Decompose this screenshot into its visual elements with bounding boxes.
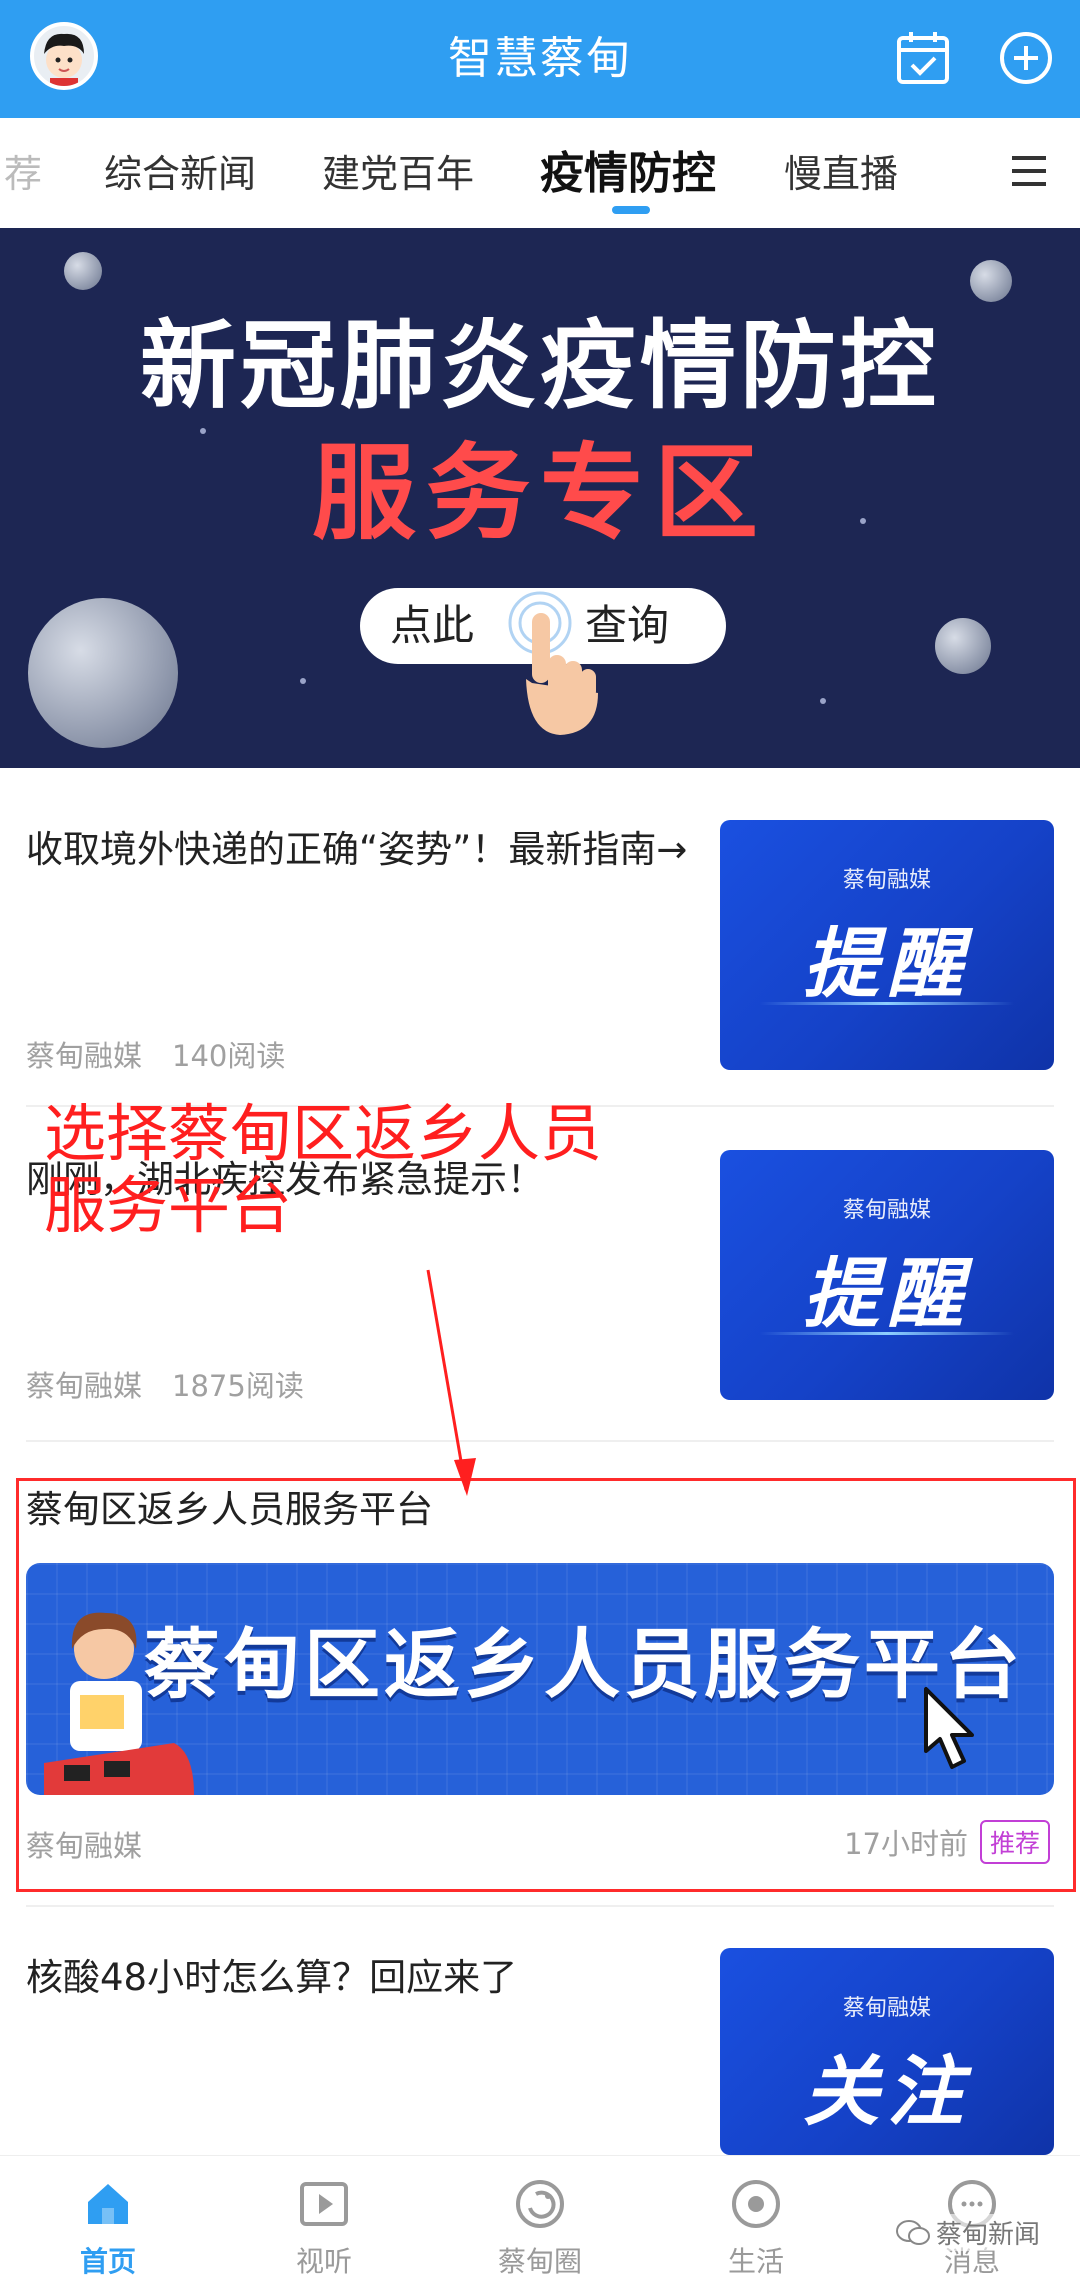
- epidemic-service-banner[interactable]: 新冠肺炎疫情防控 服务专区 点此 查询: [0, 228, 1080, 768]
- decor-bubble: [935, 618, 991, 674]
- news-title[interactable]: 核酸48小时怎么算？回应来了: [26, 1948, 696, 2008]
- decor-bubble: [64, 252, 102, 290]
- nav-home[interactable]: 首页: [0, 2156, 216, 2291]
- news-thumbnail[interactable]: 蔡甸融媒 关注: [720, 1948, 1054, 2155]
- decor-bubble: [28, 598, 178, 748]
- nav-label: 蔡甸圈: [497, 2245, 582, 2278]
- tab-party-centenary[interactable]: 建党百年: [322, 144, 474, 204]
- platform-banner-text: 蔡甸区返乡人员服务平台: [144, 1620, 1024, 1709]
- banner-subtitle: 服务专区: [311, 432, 768, 554]
- news-meta: 蔡甸融媒 1875阅读: [26, 1363, 304, 1405]
- click-cursor-icon: [924, 1687, 974, 1769]
- nav-life[interactable]: 生活: [648, 2156, 864, 2291]
- pointing-hand-icon: [508, 591, 598, 735]
- hamburger-menu-icon[interactable]: [1004, 146, 1054, 196]
- home-icon: [88, 2184, 128, 2224]
- thumbnail-text: 提醒: [803, 1249, 971, 1338]
- divider: [26, 1905, 1054, 1907]
- news-thumbnail[interactable]: 蔡甸融媒 提醒: [720, 820, 1054, 1070]
- thumbnail-light-line: [760, 1002, 1014, 1005]
- nav-community[interactable]: 蔡甸圈: [432, 2156, 648, 2291]
- active-tab-indicator: [612, 206, 650, 214]
- recommend-badge: 推荐: [979, 1820, 1050, 1864]
- watermark-text: 蔡甸新闻: [935, 2220, 1040, 2250]
- avatar-cartoon-icon: [44, 33, 84, 86]
- app-header: 智慧蔡甸: [0, 0, 1080, 118]
- news-title[interactable]: 蔡甸区返乡人员服务平台: [26, 1480, 1026, 1540]
- nav-label: 生活: [727, 2245, 784, 2278]
- nav-video[interactable]: 视听: [216, 2156, 432, 2291]
- plus-circle-icon[interactable]: [996, 28, 1056, 88]
- play-video-icon: [300, 2182, 348, 2226]
- news-meta: 蔡甸融媒 140阅读: [26, 1033, 285, 1075]
- channel-tabs: 荐 综合新闻 建党百年 疫情防控 慢直播: [0, 118, 1080, 228]
- thumbnail-brand: 蔡甸融媒: [842, 1198, 931, 1223]
- thumbnail-text: 关注: [803, 2047, 971, 2136]
- nav-label: 视听: [295, 2245, 352, 2278]
- news-time-badge: 17小时前 推荐: [844, 1820, 1050, 1864]
- news-source: 蔡甸融媒: [26, 1369, 143, 1403]
- returnee-service-platform-banner[interactable]: 蔡甸区返乡人员服务平台: [26, 1563, 1054, 1795]
- query-button-label-left: 点此: [390, 601, 475, 650]
- tab-slow-live[interactable]: 慢直播: [784, 144, 898, 204]
- tab-epidemic-prevention[interactable]: 疫情防控: [540, 144, 716, 204]
- calendar-check-icon[interactable]: [893, 28, 953, 88]
- news-meta: 蔡甸融媒: [26, 1823, 142, 1865]
- news-source: 蔡甸融媒: [26, 1829, 143, 1863]
- divider: [26, 1440, 1054, 1442]
- news-source: 蔡甸融媒: [26, 1039, 143, 1073]
- annotation-text: 选择蔡甸区返乡人员 服务平台: [44, 1097, 603, 1242]
- news-title[interactable]: 收取境外快递的正确“姿势”！最新指南→: [26, 820, 696, 880]
- thumbnail-text: 提醒: [803, 919, 971, 1008]
- news-thumbnail[interactable]: 蔡甸融媒 提醒: [720, 1150, 1054, 1400]
- thumbnail-light-line: [760, 1332, 1014, 1335]
- news-reads: 1875阅读: [172, 1369, 304, 1403]
- thumbnail-brand: 蔡甸融媒: [842, 1996, 931, 2021]
- user-avatar[interactable]: [30, 22, 98, 90]
- news-reads: 140阅读: [172, 1039, 286, 1073]
- decor-star: [820, 698, 826, 704]
- tab-recommend[interactable]: 荐: [4, 144, 42, 204]
- tabs-fade: [960, 118, 1000, 228]
- circle-community-icon: [516, 2180, 564, 2228]
- banner-title: 新冠肺炎疫情防控: [140, 310, 940, 422]
- wechat-watermark: 蔡甸新闻: [895, 2214, 1040, 2251]
- nav-label: 首页: [79, 2245, 136, 2278]
- life-icon: [732, 2180, 780, 2228]
- decor-star: [300, 678, 306, 684]
- thumbnail-brand: 蔡甸融媒: [842, 868, 931, 893]
- news-time: 17小时前: [844, 1827, 968, 1861]
- tab-general-news[interactable]: 综合新闻: [104, 144, 256, 204]
- wechat-icon: [895, 2219, 930, 2245]
